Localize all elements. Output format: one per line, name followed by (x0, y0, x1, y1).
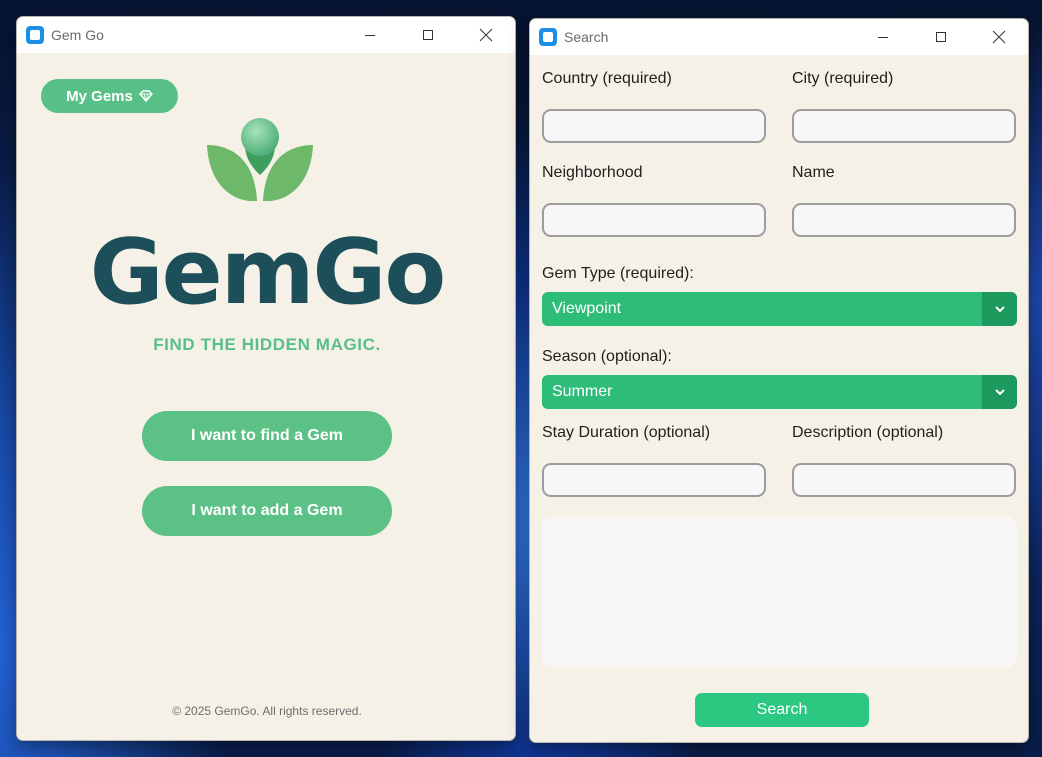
leaf-logo-icon (207, 118, 313, 202)
my-gems-button[interactable]: My Gems (41, 79, 178, 113)
season-dropdown-button[interactable] (982, 375, 1017, 409)
gem-type-value: Viewpoint (552, 300, 622, 317)
stay-duration-input[interactable] (542, 463, 766, 497)
gem-type-select[interactable]: Viewpoint (542, 292, 1017, 326)
city-input[interactable] (792, 109, 1016, 143)
close-button[interactable] (457, 17, 515, 53)
app-icon (539, 28, 557, 46)
search-window: Search Country (required) City (required… (529, 18, 1029, 743)
tagline: FIND THE HIDDEN MAGIC. (153, 335, 381, 354)
name-label: Name (792, 164, 835, 181)
gem-type-dropdown-button[interactable] (982, 292, 1017, 326)
close-icon (992, 30, 1006, 44)
title-bar[interactable]: Search (530, 19, 1028, 55)
description-label: Description (optional) (792, 424, 944, 441)
minimize-icon (365, 35, 375, 36)
maximize-icon (936, 32, 946, 42)
search-button[interactable]: Search (695, 693, 869, 727)
season-label: Season (optional): (542, 348, 672, 365)
gem-icon (138, 90, 153, 102)
neighborhood-input[interactable] (542, 203, 766, 237)
close-icon (479, 28, 493, 42)
window-title: Gem Go (51, 27, 104, 43)
chevron-down-icon (994, 389, 1005, 395)
maximize-button[interactable] (912, 19, 970, 55)
find-gem-button[interactable]: I want to find a Gem (142, 411, 392, 461)
maximize-button[interactable] (399, 17, 457, 53)
city-label: City (required) (792, 70, 894, 87)
description-input[interactable] (792, 463, 1016, 497)
minimize-button[interactable] (341, 17, 399, 53)
neighborhood-label: Neighborhood (542, 164, 643, 181)
gemgo-window: Gem Go My Gems GemGo FIND THE HIDDEN MAG… (16, 16, 516, 741)
add-gem-button[interactable]: I want to add a Gem (142, 486, 392, 536)
minimize-button[interactable] (854, 19, 912, 55)
maximize-icon (423, 30, 433, 40)
country-label: Country (required) (542, 70, 672, 87)
window-title: Search (564, 29, 609, 45)
chevron-down-icon (994, 306, 1005, 312)
name-input[interactable] (792, 203, 1016, 237)
gem-type-label: Gem Type (required): (542, 265, 694, 282)
stay-duration-label: Stay Duration (optional) (542, 424, 711, 441)
minimize-icon (878, 37, 888, 38)
results-area[interactable] (542, 517, 1017, 667)
app-icon (26, 26, 44, 44)
gemgo-wordmark: GemGo (89, 220, 446, 325)
country-input[interactable] (542, 109, 766, 143)
close-button[interactable] (970, 19, 1028, 55)
copyright-text: © 2025 GemGo. All rights reserved. (172, 704, 362, 718)
my-gems-label: My Gems (66, 87, 133, 105)
season-select[interactable]: Summer (542, 375, 1017, 409)
title-bar[interactable]: Gem Go (17, 17, 515, 53)
season-value: Summer (552, 383, 613, 400)
